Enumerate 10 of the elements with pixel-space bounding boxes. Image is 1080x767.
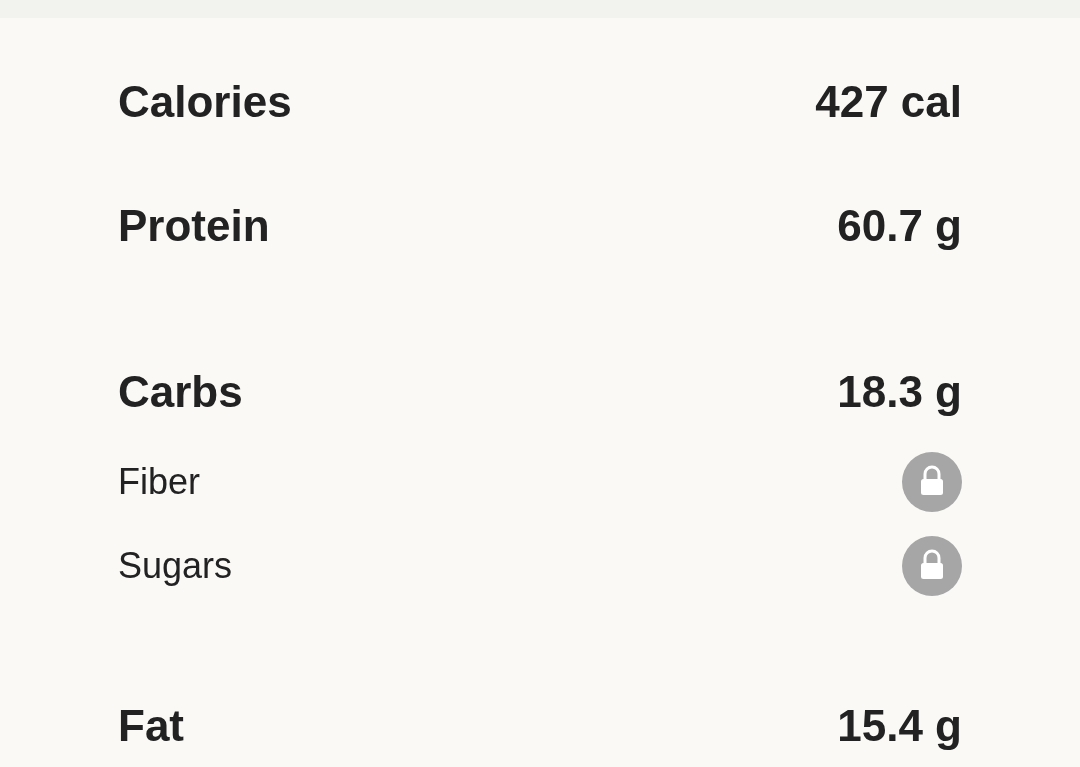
nutrient-value: 18.3 g: [837, 367, 962, 417]
nutrient-label: Protein: [118, 201, 270, 251]
nutrient-label: Fat: [118, 701, 184, 751]
nutrient-label: Carbs: [118, 367, 243, 417]
nutrient-value: 427 cal: [815, 77, 962, 127]
nutrient-label: Sugars: [118, 545, 233, 587]
nutrient-value: 15.4 g: [837, 701, 962, 751]
nutrient-value: 60.7 g: [837, 201, 962, 251]
nutrient-label: Fiber: [118, 461, 201, 503]
nutrient-label: Calories: [118, 77, 292, 127]
